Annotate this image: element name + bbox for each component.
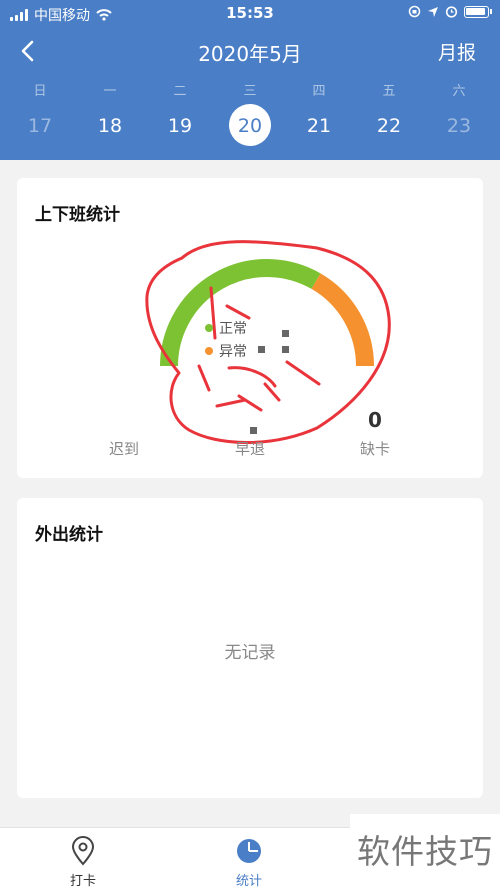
watermark: 软件技巧: [350, 814, 500, 889]
date-row: 17 18 19 20 21 22 23: [0, 104, 500, 148]
legend-label-abnormal: 异常: [219, 344, 247, 360]
tab-statistics-label: 统计: [235, 874, 262, 889]
legend-dot-abnormal: [205, 347, 213, 355]
pie-chart-icon: [237, 839, 261, 863]
date-cell[interactable]: 22: [359, 104, 419, 148]
missed-punch-label[interactable]: 缺卡: [335, 438, 415, 459]
tab-punch[interactable]: 打卡: [23, 828, 143, 889]
weekday-mon: 一: [103, 84, 117, 99]
marker-square: [250, 427, 257, 434]
weekday-thu: 四: [312, 84, 326, 99]
early-leave-label[interactable]: 早退: [210, 438, 290, 459]
date-cell[interactable]: 17: [10, 104, 70, 148]
tab-statistics[interactable]: 统计: [189, 828, 309, 889]
marker-square: [282, 330, 289, 337]
legend-dot-normal: [205, 324, 213, 332]
legend-label-normal: 正常: [219, 321, 247, 337]
attendance-donut-chart: [145, 240, 391, 444]
date-cell-selected[interactable]: 20: [220, 104, 280, 148]
weekday-wed: 三: [243, 84, 257, 99]
weekday-tue: 二: [173, 84, 187, 99]
empty-state-text: 无记录: [224, 643, 276, 663]
donut-slice-abnormal: [311, 273, 374, 367]
late-label[interactable]: 迟到: [84, 438, 164, 459]
attendance-stats-card: 上下班统计 正常 异常 迟到 早退 0 缺卡: [17, 178, 483, 478]
outing-stats-title: 外出统计: [35, 525, 103, 545]
weekday-row: 日 一 二 三 四 五 六: [0, 80, 500, 100]
marker-square: [282, 346, 289, 353]
header: 中国移动 15:53 2020年5月 月报 日 一 二 三 四 五 六 17 1…: [0, 0, 500, 160]
battery-icon: [464, 5, 489, 18]
page-title: 2020年5月: [198, 42, 302, 66]
date-cell[interactable]: 21: [289, 104, 349, 148]
legend-item-abnormal: 异常: [205, 341, 247, 361]
weekday-sun: 日: [33, 84, 47, 99]
weekday-sat: 六: [452, 84, 466, 99]
location-arrow-icon: [428, 6, 438, 17]
tab-punch-label: 打卡: [69, 874, 96, 889]
alarm-icon: [445, 6, 458, 18]
outing-stats-card: 外出统计 无记录: [17, 498, 483, 798]
date-cell[interactable]: 23: [429, 104, 489, 148]
weekday-fri: 五: [382, 84, 396, 99]
monthly-report-button[interactable]: 月报: [438, 38, 476, 65]
date-cell[interactable]: 18: [80, 104, 140, 148]
missed-punch-count: 0: [368, 408, 382, 432]
location-pin-icon: [71, 836, 95, 866]
status-bar: 中国移动 15:53: [0, 0, 500, 26]
date-cell[interactable]: 19: [150, 104, 210, 148]
marker-square: [258, 346, 265, 353]
status-right: [408, 5, 492, 18]
legend-item-normal: 正常: [205, 318, 247, 338]
lock-rotation-icon: [408, 5, 421, 18]
